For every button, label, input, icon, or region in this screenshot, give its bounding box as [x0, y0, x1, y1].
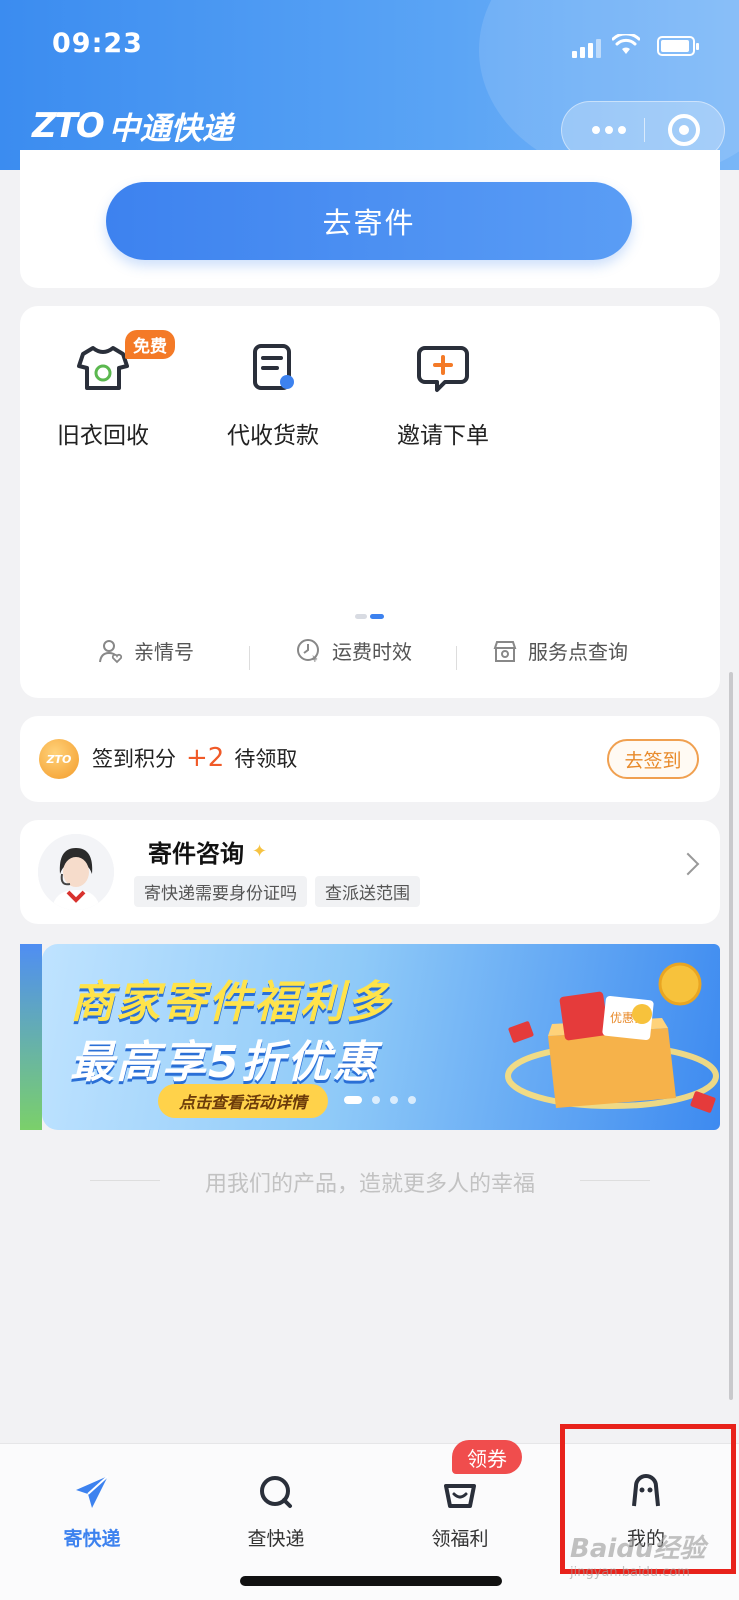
consult-chip[interactable]: 寄快递需要身份证吗 — [134, 876, 307, 907]
consult-chips: 寄快递需要身份证吗 查派送范围 — [134, 876, 420, 907]
sign-in-prefix: 签到积分 — [92, 747, 176, 771]
page-indicator — [355, 614, 384, 619]
quick-link-freight[interactable]: ¥ 运费时效 — [296, 636, 412, 665]
service-item-invite[interactable]: 邀请下单 — [368, 340, 518, 450]
sign-in-card: ZTO 签到积分 +2 待领取 去签到 — [20, 716, 720, 802]
service-label: 邀请下单 — [397, 423, 489, 449]
banner-slide: 商家寄件福利多 最高享5折优惠 点击查看活动详情 优惠券 — [42, 944, 720, 1130]
watermark: Baidu经验 jingyan.baidu.com — [570, 1528, 730, 1580]
agent-avatar — [38, 834, 114, 910]
document-pointer-icon — [253, 344, 294, 390]
store-search-icon — [493, 640, 517, 662]
divider — [456, 646, 457, 670]
quick-link-family[interactable]: 亲情号 — [98, 636, 194, 665]
capsule-divider — [644, 118, 645, 142]
divider — [249, 646, 250, 670]
service-label: 代收货款 — [227, 423, 319, 449]
gift-box-illustration: 优惠券 — [505, 962, 719, 1113]
tab-label: 领福利 — [431, 1528, 489, 1550]
signal-icon — [572, 38, 602, 58]
tab-label: 查快递 — [247, 1528, 305, 1550]
promo-banner[interactable]: 商家寄件福利多 最高享5折优惠 点击查看活动详情 优惠券 — [20, 944, 720, 1130]
status-time: 09:23 — [52, 28, 143, 59]
family-person-icon — [99, 639, 123, 663]
banner-subheadline: 最高享5折优惠 — [70, 1037, 379, 1088]
watermark-brand: Baidu经验 — [570, 1534, 706, 1564]
consult-card[interactable]: 寄件咨询 ✦ 寄快递需要身份证吗 查派送范围 — [20, 820, 720, 924]
services-card: 旧衣回收 免费 代收货款 邀请下单 亲情号 ¥ 运费时效 服务点查询 — [20, 306, 720, 698]
wifi-icon — [612, 34, 640, 54]
sign-in-suffix: 待领取 — [234, 747, 298, 771]
quick-link-label: 服务点查询 — [528, 640, 628, 664]
slogan: 用我们的产品，造就更多人的幸福 — [90, 1166, 650, 1198]
banner-indicator — [344, 1096, 416, 1104]
free-badge: 免费 — [125, 330, 175, 359]
sparkle-icon: ✦ — [252, 841, 268, 862]
sign-in-button[interactable]: 去签到 — [607, 739, 699, 779]
consult-title: 寄件咨询 ✦ — [148, 834, 267, 869]
tab-label: 寄快递 — [63, 1528, 121, 1550]
service-item-cod[interactable]: 代收货款 — [198, 340, 348, 450]
tab-track[interactable]: 查快递 — [216, 1458, 336, 1551]
prev-banner-peek — [20, 944, 42, 1130]
watermark-url: jingyan.baidu.com — [570, 1565, 690, 1580]
quick-link-label: 亲情号 — [134, 640, 194, 664]
banner-cta-button[interactable]: 点击查看活动详情 — [158, 1084, 328, 1118]
tshirt-recycle-icon — [77, 346, 129, 390]
sign-in-text: 签到积分 +2 待领取 — [92, 743, 297, 773]
scrollbar[interactable] — [729, 672, 733, 1400]
consult-chip[interactable]: 查派送范围 — [315, 876, 420, 907]
send-card: 去寄件 — [20, 150, 720, 288]
consult-title-text: 寄件咨询 — [148, 840, 244, 868]
coupon-badge: 领券 — [452, 1440, 522, 1474]
zto-logo: ZTO 中通快递 — [32, 103, 233, 148]
banner-headline: 商家寄件福利多 — [70, 977, 392, 1028]
logo-text: 中通快递 — [108, 111, 233, 147]
logo-mark: ZTO — [32, 105, 105, 146]
search-icon — [260, 1476, 292, 1508]
basket-icon — [444, 1484, 476, 1508]
quick-links: 亲情号 ¥ 运费时效 服务点查询 — [20, 636, 720, 680]
coin-icon: ZTO — [39, 739, 79, 779]
home-indicator — [240, 1576, 502, 1586]
tab-send[interactable]: 寄快递 — [32, 1458, 152, 1551]
svg-text:¥: ¥ — [312, 655, 318, 664]
battery-icon — [657, 36, 699, 56]
paper-plane-icon — [76, 1475, 109, 1508]
sign-in-points: +2 — [186, 743, 225, 773]
app-header: 09:23 ZTO 中通快递 — [0, 0, 739, 170]
send-button[interactable]: 去寄件 — [106, 182, 632, 260]
service-label: 旧衣回收 — [57, 423, 149, 449]
clock-yen-icon: ¥ — [297, 638, 319, 664]
chevron-right-icon — [676, 852, 700, 876]
close-target-icon[interactable] — [668, 114, 700, 146]
quick-link-label: 运费时效 — [332, 640, 412, 664]
quick-link-service-point[interactable]: 服务点查询 — [492, 636, 628, 665]
chat-plus-icon — [417, 346, 469, 392]
